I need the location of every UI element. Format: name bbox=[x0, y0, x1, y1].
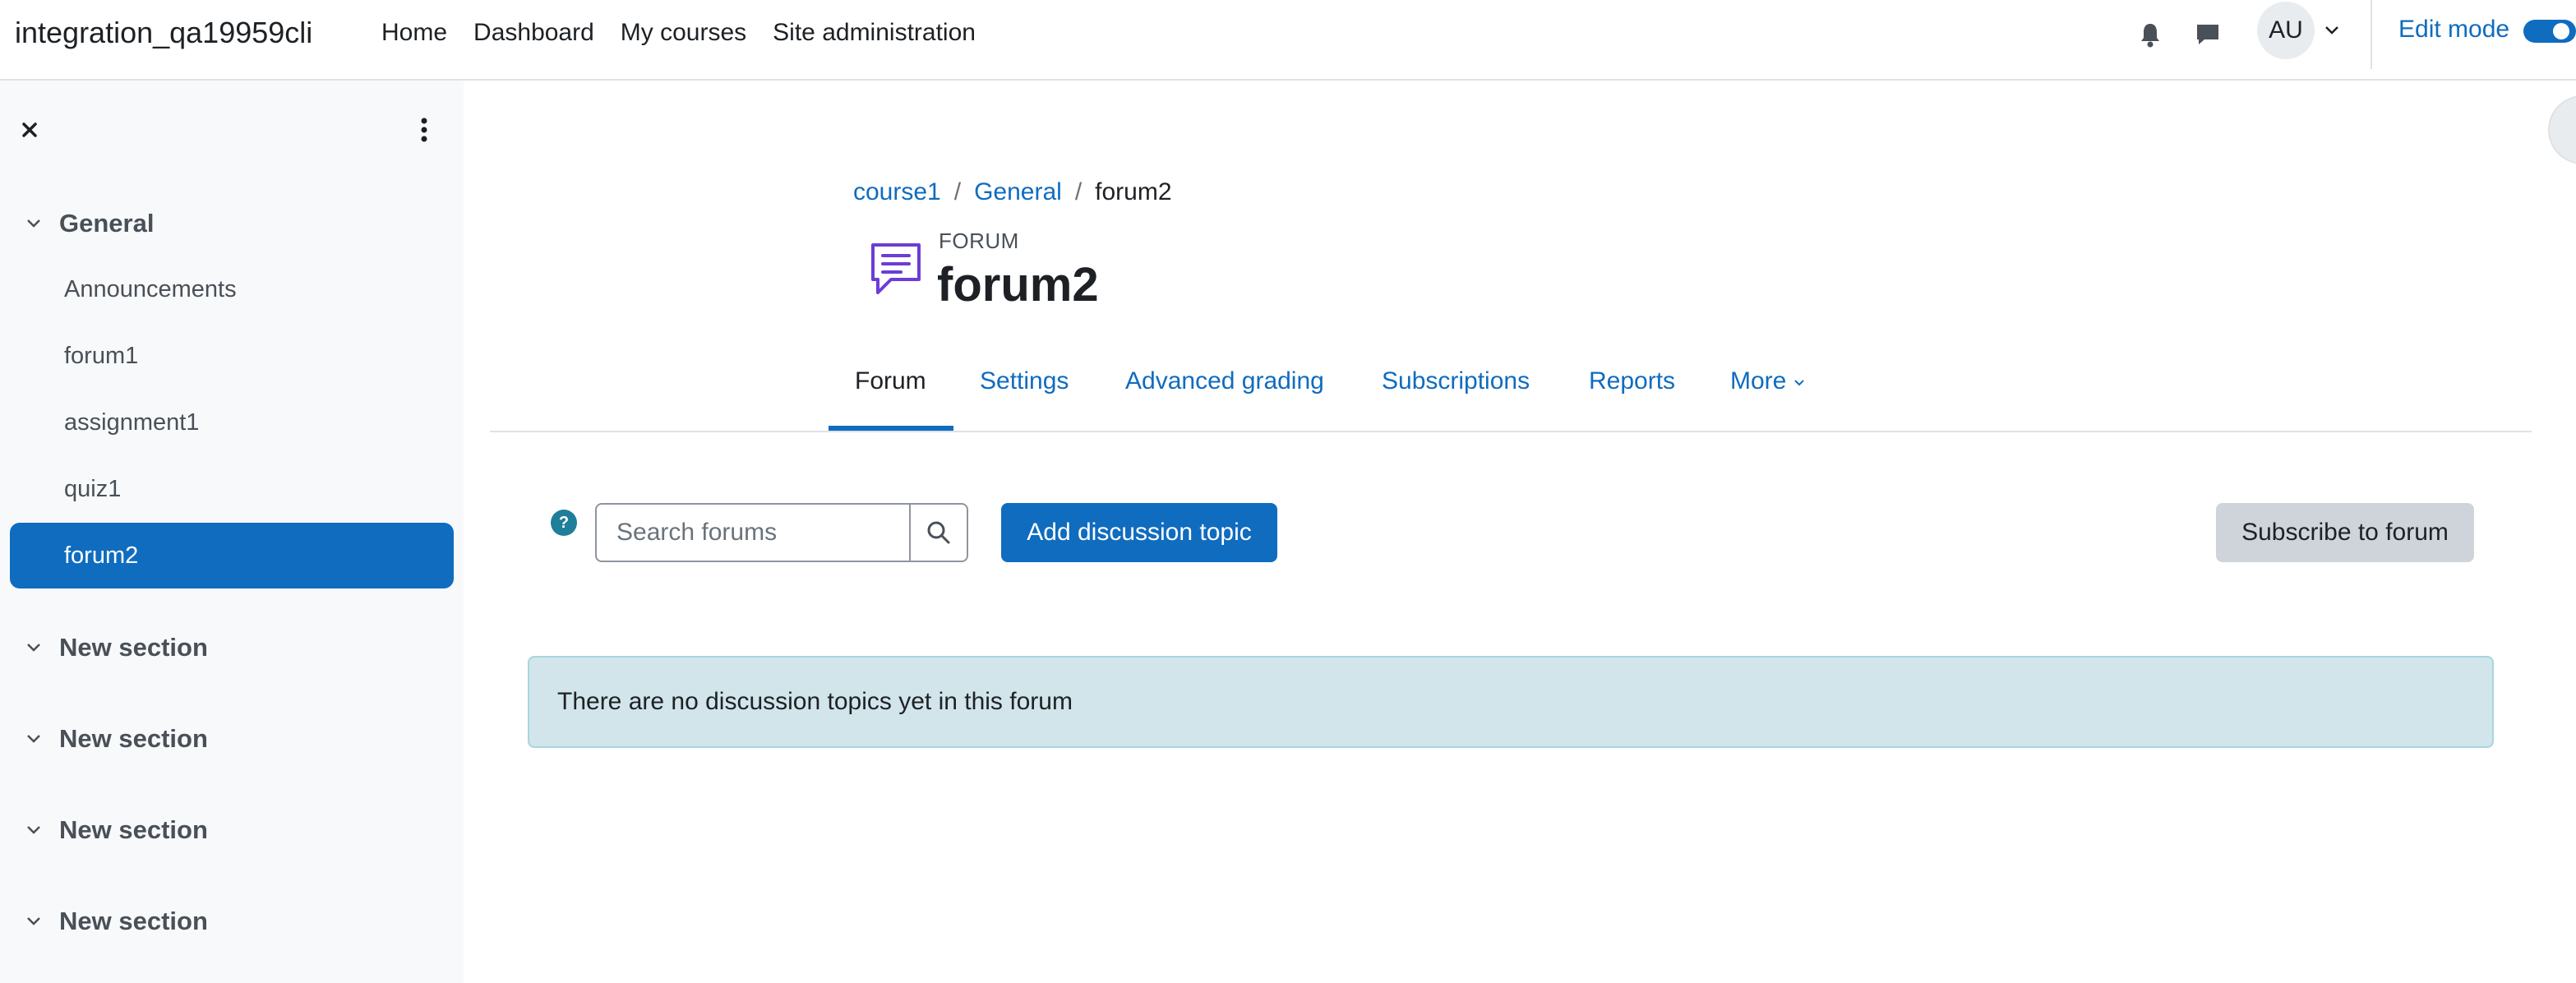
add-discussion-topic-button[interactable]: Add discussion topic bbox=[1001, 503, 1277, 562]
activity-forum2-active[interactable]: forum2 bbox=[10, 523, 454, 588]
top-navbar: integration_qa19959cli Home Dashboard My… bbox=[0, 0, 2576, 81]
chevron-down-icon bbox=[1794, 380, 1805, 386]
right-drawer-toggle[interactable] bbox=[2550, 97, 2576, 163]
chevron-down-icon bbox=[27, 735, 40, 743]
course-index-drawer: General Announcements forum1 assignment1… bbox=[0, 81, 464, 983]
search-input[interactable] bbox=[597, 505, 909, 561]
tab-more-label: More bbox=[1730, 367, 1787, 395]
toggle-knob bbox=[2553, 23, 2569, 39]
search-forums-group bbox=[595, 503, 968, 562]
chevron-down-icon[interactable] bbox=[2323, 18, 2341, 45]
activity-forum1[interactable]: forum1 bbox=[64, 338, 138, 374]
page-title: forum2 bbox=[937, 258, 1099, 312]
breadcrumb-current: forum2 bbox=[1095, 178, 1172, 205]
subscribe-to-forum-button[interactable]: Subscribe to forum bbox=[2216, 503, 2474, 562]
chat-bubble-icon[interactable] bbox=[2191, 18, 2224, 51]
secondary-navigation: Forum Settings Advanced grading Subscrip… bbox=[490, 345, 2532, 432]
search-button[interactable] bbox=[909, 505, 967, 561]
edit-mode-toggle[interactable] bbox=[2523, 20, 2576, 43]
section-title: General bbox=[59, 209, 155, 238]
nav-dashboard-link[interactable]: Dashboard bbox=[473, 16, 594, 49]
bell-icon[interactable] bbox=[2134, 18, 2167, 51]
search-icon bbox=[927, 521, 950, 544]
breadcrumb: course1 / General / forum2 bbox=[853, 174, 1172, 210]
chevron-down-icon bbox=[27, 826, 40, 834]
breadcrumb-separator: / bbox=[1074, 178, 1083, 205]
section-new-1[interactable]: New section bbox=[25, 630, 208, 666]
section-title: New section bbox=[59, 724, 208, 753]
avatar[interactable]: AU bbox=[2257, 2, 2315, 59]
nav-divider bbox=[2371, 0, 2372, 69]
close-icon[interactable] bbox=[15, 115, 44, 145]
activity-label: forum2 bbox=[64, 542, 139, 569]
chevron-down-icon bbox=[27, 917, 40, 925]
primary-navigation: Home Dashboard My courses Site administr… bbox=[381, 16, 1002, 49]
section-new-4[interactable]: New section bbox=[25, 903, 208, 939]
tab-reports[interactable]: Reports bbox=[1589, 363, 1675, 399]
chevron-down-icon bbox=[27, 644, 40, 652]
section-general[interactable]: General bbox=[25, 205, 154, 242]
chevron-down-icon bbox=[27, 219, 40, 228]
tab-settings[interactable]: Settings bbox=[980, 363, 1069, 399]
nav-site-administration-link[interactable]: Site administration bbox=[773, 16, 976, 49]
forum-icon bbox=[868, 242, 924, 301]
section-new-3[interactable]: New section bbox=[25, 812, 208, 848]
active-tab-indicator bbox=[829, 426, 953, 431]
tab-more[interactable]: More bbox=[1730, 363, 1806, 399]
breadcrumb-separator: / bbox=[953, 178, 962, 205]
module-type-label: FORUM bbox=[939, 228, 1019, 253]
breadcrumb-course-link[interactable]: course1 bbox=[853, 178, 941, 205]
tab-subscriptions[interactable]: Subscriptions bbox=[1382, 363, 1530, 399]
nav-my-courses-link[interactable]: My courses bbox=[621, 16, 746, 49]
edit-mode-label[interactable]: Edit mode bbox=[2398, 13, 2509, 46]
activity-assignment1[interactable]: assignment1 bbox=[64, 404, 199, 441]
activity-announcements[interactable]: Announcements bbox=[64, 271, 237, 307]
site-name[interactable]: integration_qa19959cli bbox=[15, 15, 312, 51]
nav-home-link[interactable]: Home bbox=[381, 16, 447, 49]
tab-advanced-grading[interactable]: Advanced grading bbox=[1125, 363, 1324, 399]
section-title: New section bbox=[59, 633, 208, 662]
more-options-icon[interactable] bbox=[409, 113, 439, 146]
section-new-2[interactable]: New section bbox=[25, 721, 208, 757]
section-title: New section bbox=[59, 907, 208, 935]
help-icon[interactable]: ? bbox=[551, 510, 577, 536]
no-topics-message: There are no discussion topics yet in th… bbox=[557, 688, 1073, 715]
tab-forum[interactable]: Forum bbox=[855, 363, 926, 399]
section-title: New section bbox=[59, 815, 208, 844]
activity-quiz1[interactable]: quiz1 bbox=[64, 471, 121, 507]
breadcrumb-section-link[interactable]: General bbox=[974, 178, 1062, 205]
info-alert: There are no discussion topics yet in th… bbox=[528, 656, 2494, 748]
